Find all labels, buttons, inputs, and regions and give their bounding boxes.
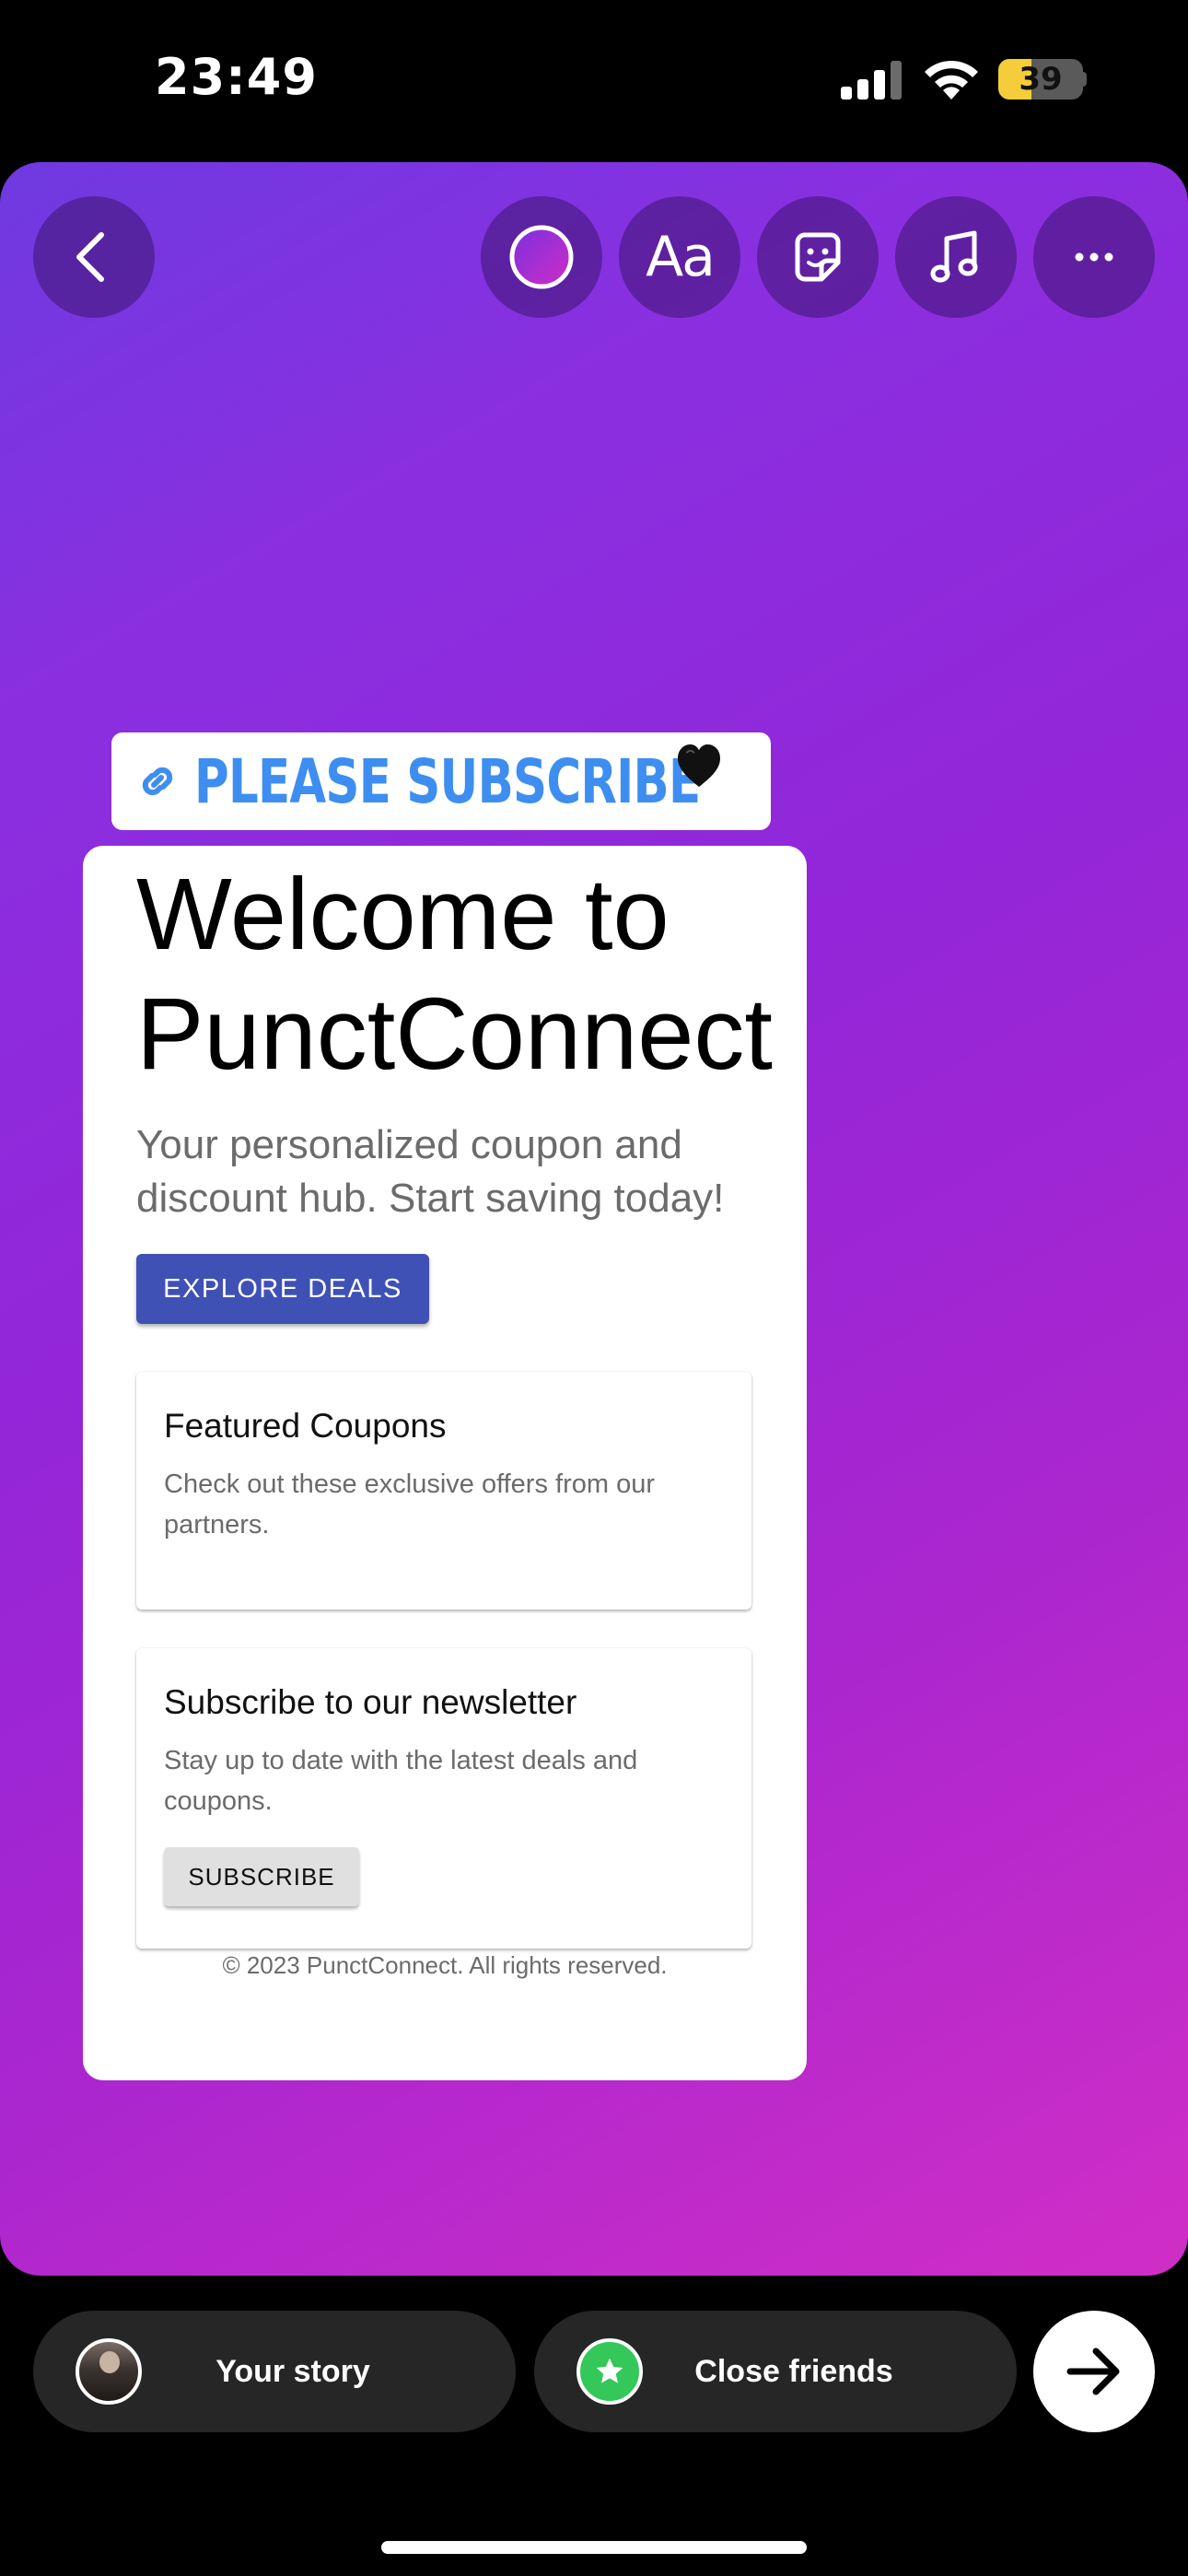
link-icon xyxy=(142,767,173,796)
newsletter-body: Stay up to date with the latest deals an… xyxy=(164,1746,638,1816)
ellipsis-icon xyxy=(1075,252,1113,262)
newsletter-card: Subscribe to our newsletter Stay up to d… xyxy=(136,1648,751,1949)
more-options-button[interactable] xyxy=(1033,196,1155,318)
hero-title: Welcome to PunctConnect xyxy=(136,858,773,1091)
color-circle-icon xyxy=(509,225,574,289)
battery-indicator: 39 xyxy=(998,59,1083,100)
back-button[interactable] xyxy=(33,196,155,318)
footer-copyright: © 2023 PunctConnect. All rights reserved… xyxy=(222,1951,668,1979)
cellular-signal-icon xyxy=(841,61,902,100)
next-button[interactable] xyxy=(1033,2311,1155,2432)
story-canvas[interactable]: Aa PLEASE SUBSCRIBE Welcome to PunctConn… xyxy=(0,162,1188,2276)
wifi-icon xyxy=(925,60,978,100)
subscribe-button[interactable]: SUBSCRIBE xyxy=(164,1847,359,1906)
music-button[interactable] xyxy=(895,196,1017,318)
color-picker-button[interactable] xyxy=(481,196,602,318)
your-story-label: Your story xyxy=(215,2354,370,2389)
sticker-icon xyxy=(795,232,841,282)
your-story-button[interactable]: Your story xyxy=(33,2311,516,2432)
link-sticker-text: PLEASE SUBSCRIBE xyxy=(194,745,701,817)
close-friends-button[interactable]: Close friends xyxy=(534,2311,1017,2432)
status-time: 23:49 xyxy=(155,48,318,106)
website-screenshot: Welcome to PunctConnect Your personalize… xyxy=(83,846,807,2080)
featured-coupons-body: Check out these exclusive offers from ou… xyxy=(164,1469,655,1540)
battery-cap xyxy=(1079,72,1087,87)
black-heart-emoji xyxy=(677,744,721,788)
featured-coupons-title: Featured Coupons xyxy=(164,1407,447,1445)
arrow-right-icon xyxy=(1066,2348,1120,2395)
text-tool-button[interactable]: Aa xyxy=(619,196,740,318)
link-sticker[interactable]: PLEASE SUBSCRIBE xyxy=(111,732,771,830)
newsletter-title: Subscribe to our newsletter xyxy=(164,1683,577,1721)
explore-deals-button[interactable]: EXPLORE DEALS xyxy=(136,1254,429,1324)
battery-percent: 39 xyxy=(1019,61,1063,98)
hero-subtitle: Your personalized coupon and discount hu… xyxy=(136,1122,725,1221)
chevron-left-icon xyxy=(76,232,104,282)
text-tool-label: Aa xyxy=(646,225,716,289)
sticker-button[interactable] xyxy=(757,196,879,318)
featured-coupons-card: Featured Coupons Check out these exclusi… xyxy=(136,1372,751,1610)
close-friends-label: Close friends xyxy=(694,2354,893,2389)
home-indicator[interactable] xyxy=(381,2541,807,2554)
music-note-icon xyxy=(930,230,978,283)
